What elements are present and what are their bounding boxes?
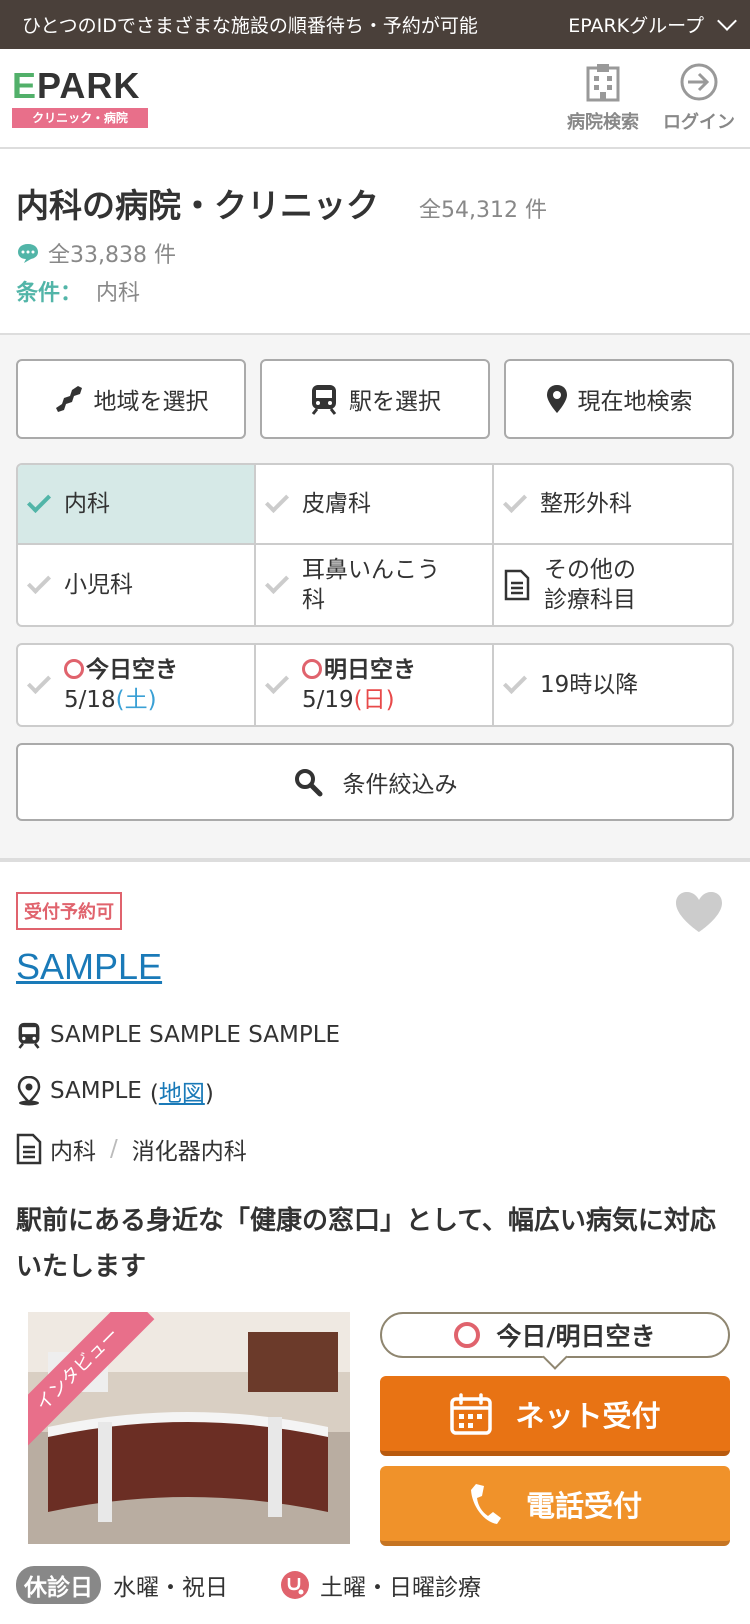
phone-icon xyxy=(470,1483,501,1524)
current-location-label: 現在地検索 xyxy=(577,389,693,415)
department-info: 内科 / 消化器内科 xyxy=(16,1132,734,1166)
select-area-button[interactable]: 地域を選択 xyxy=(16,359,246,439)
results-summary: 内科の病院・クリニック 全54,312 件 全33,838 件 条件： 内科 xyxy=(0,149,750,335)
total-count: 全54,312 件 xyxy=(419,198,547,223)
group-label: EPARKグループ xyxy=(568,15,704,37)
filter-tomorrow-available[interactable]: 明日空き 5/19(日) xyxy=(256,645,494,725)
calendar-icon xyxy=(450,1392,493,1435)
logo-e: E xyxy=(12,65,38,106)
select-station-button[interactable]: 駅を選択 xyxy=(260,359,490,439)
check-icon xyxy=(264,488,290,514)
epark-logo[interactable]: EPARK クリニック・病院 xyxy=(12,68,152,128)
station-text: SAMPLE SAMPLE SAMPLE xyxy=(50,1022,341,1048)
filter-panel: 地域を選択 駅を選択 現在地検索 内科 皮膚科 整形外科 小児科 耳鼻いんこう … xyxy=(0,335,750,862)
document-icon xyxy=(16,1133,42,1165)
location-pin-icon xyxy=(546,385,567,413)
availability-text: 今日/明日空き xyxy=(496,1322,656,1351)
department-other[interactable]: その他の 診療科目 xyxy=(494,545,732,625)
department-label: 整形外科 xyxy=(540,491,632,517)
page-title: 内科の病院・クリニック xyxy=(16,186,379,225)
circle-mark-icon xyxy=(454,1322,481,1348)
train-icon xyxy=(311,385,337,415)
department-pediatrics[interactable]: 小児科 xyxy=(18,545,256,625)
check-icon xyxy=(502,488,528,514)
map-link[interactable]: 地図 xyxy=(159,1081,205,1107)
circle-mark-icon xyxy=(302,659,322,679)
condition-row: 条件： 内科 xyxy=(16,275,734,307)
eparkgroup-menu[interactable]: EPARKグループ xyxy=(568,10,737,38)
area-label: 地域を選択 xyxy=(93,389,209,415)
speech-bubble-icon xyxy=(18,244,38,263)
logo-park: PARK xyxy=(37,65,141,106)
clinic-name-link[interactable]: SAMPLE xyxy=(16,946,734,988)
net-reception-label: ネット受付 xyxy=(515,1398,661,1433)
filter-after-19[interactable]: 19時以降 xyxy=(494,645,732,725)
current-location-button[interactable]: 現在地検索 xyxy=(504,359,734,439)
department-label: 内科 xyxy=(64,491,110,517)
review-count: 全33,838 件 xyxy=(48,243,176,268)
check-icon xyxy=(264,669,290,695)
evening-label: 19時以降 xyxy=(540,672,639,698)
condition-key: 条件： xyxy=(16,281,83,306)
condition-value: 内科 xyxy=(96,281,141,306)
weekend-text: 土曜・日曜診療 xyxy=(320,1575,481,1601)
site-header: EPARK クリニック・病院 病院検索 ログイン xyxy=(0,49,750,149)
hospital-icon xyxy=(586,64,620,102)
circle-mark-icon xyxy=(64,659,84,679)
clinic-photo[interactable]: インタビュー xyxy=(28,1312,350,1544)
hospital-search-button[interactable]: 病院検索 xyxy=(562,62,644,134)
station-label: 駅を選択 xyxy=(349,389,441,415)
check-icon xyxy=(26,488,52,514)
today-text: 今日空き 5/18(土) xyxy=(64,657,178,713)
closed-days: 水曜・祝日 xyxy=(113,1575,228,1601)
search-icon xyxy=(294,769,322,797)
department-label: 小児科 xyxy=(64,572,133,598)
department-internal-medicine[interactable]: 内科 xyxy=(18,465,256,545)
department-orthopedics[interactable]: 整形外科 xyxy=(494,465,732,545)
narrow-label: 条件絞込み xyxy=(342,772,458,798)
login-button[interactable]: ログイン xyxy=(658,62,740,134)
department-label: 耳鼻いんこう科 xyxy=(302,557,440,613)
department-label: その他の 診療科目 xyxy=(544,557,636,613)
reservation-badge: 受付予約可 xyxy=(16,892,122,930)
clinic-description: 駅前にある身近な「健康の窓口」として、幅広い病気に対応いたします xyxy=(16,1206,716,1282)
department-ent[interactable]: 耳鼻いんこう科 xyxy=(256,545,494,625)
department-label: 皮膚科 xyxy=(302,491,371,517)
login-label: ログイン xyxy=(663,112,735,133)
address-info: SAMPLE (地図) xyxy=(16,1074,734,1108)
department-dermatology[interactable]: 皮膚科 xyxy=(256,465,494,545)
availability-grid: 今日空き 5/18(土) 明日空き 5/19(日) 19時以降 xyxy=(16,643,734,727)
tomorrow-text: 明日空き 5/19(日) xyxy=(302,657,416,713)
phone-reception-button[interactable]: 電話受付 xyxy=(380,1466,730,1546)
department-text: 消化器内科 xyxy=(131,1139,247,1165)
department-grid: 内科 皮膚科 整形外科 小児科 耳鼻いんこう科 その他の 診療科目 xyxy=(16,463,734,627)
login-icon xyxy=(680,63,718,101)
address-text: SAMPLE xyxy=(50,1078,142,1104)
train-icon xyxy=(18,1022,40,1049)
document-icon xyxy=(504,569,530,601)
check-icon xyxy=(502,669,528,695)
location-pin-icon xyxy=(17,1076,41,1106)
check-icon xyxy=(26,669,52,695)
top-banner: ひとつのIDでさまざまな施設の順番待ち・予約が可能 EPARKグループ xyxy=(0,0,750,49)
heart-icon[interactable] xyxy=(674,890,724,934)
department-text: 内科 xyxy=(50,1139,96,1165)
net-reception-button[interactable]: ネット受付 xyxy=(380,1376,730,1456)
stethoscope-icon xyxy=(281,1571,309,1599)
narrow-conditions-button[interactable]: 条件絞込み xyxy=(16,743,734,821)
logo-subtitle: クリニック・病院 xyxy=(12,108,148,128)
banner-message: ひとつのIDでさまざまな施設の順番待ち・予約が可能 xyxy=(22,15,478,37)
availability-bubble: 今日/明日空き xyxy=(380,1312,730,1358)
chevron-down-icon xyxy=(717,10,737,31)
check-icon xyxy=(264,569,290,595)
check-icon xyxy=(26,569,52,595)
hospital-search-label: 病院検索 xyxy=(567,112,639,133)
closed-tag: 休診日 xyxy=(16,1566,101,1604)
clinic-listing: 受付予約可 SAMPLE SAMPLE SAMPLE SAMPLE SAMPLE… xyxy=(0,862,750,1604)
schedule-row: 休診日 水曜・祝日 土曜・日曜診療 xyxy=(16,1566,734,1604)
japan-map-icon xyxy=(55,386,82,412)
phone-reception-label: 電話受付 xyxy=(525,1488,642,1523)
station-info: SAMPLE SAMPLE SAMPLE xyxy=(16,1020,734,1050)
filter-today-available[interactable]: 今日空き 5/18(土) xyxy=(18,645,256,725)
